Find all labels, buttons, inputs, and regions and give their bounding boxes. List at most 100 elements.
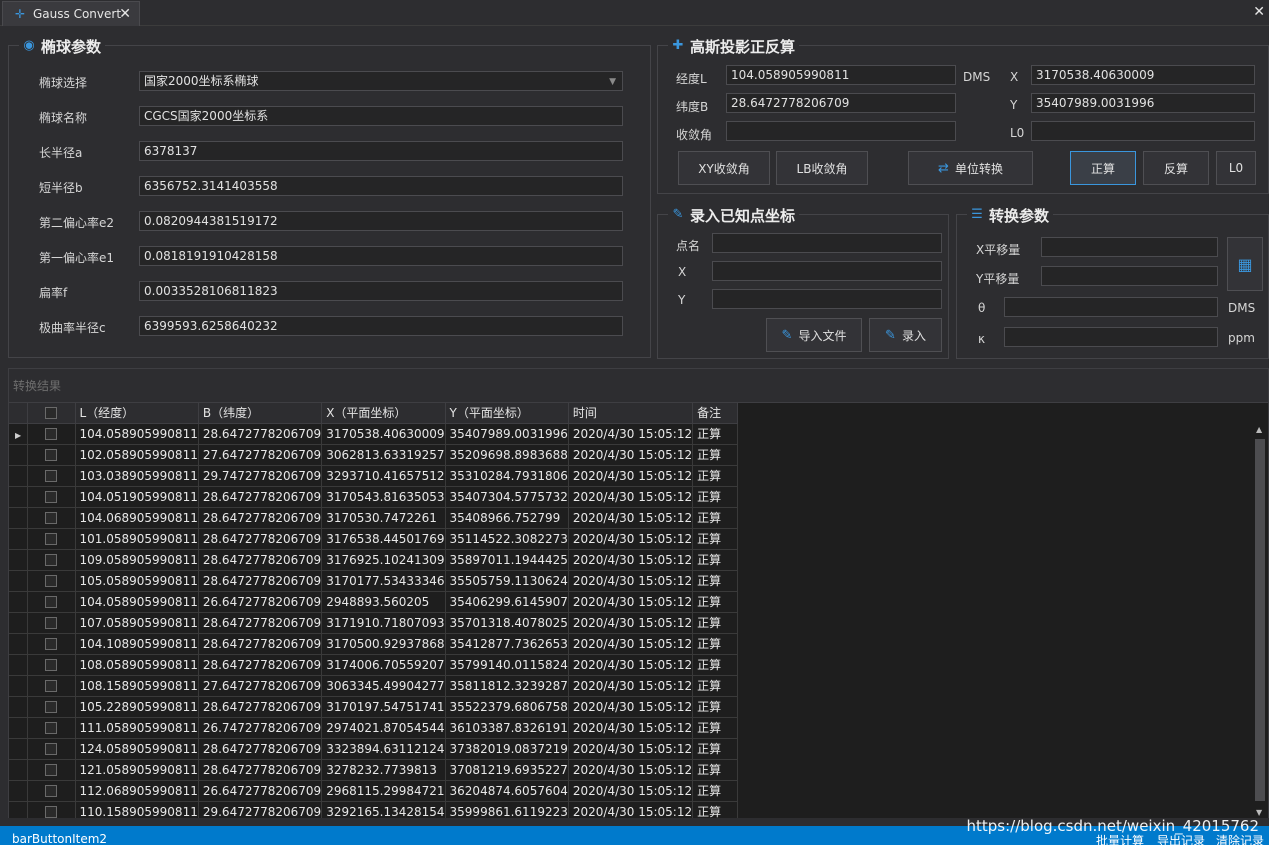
row-checkbox-cell[interactable] — [27, 759, 76, 781]
row-checkbox[interactable] — [45, 449, 57, 461]
row-checkbox-cell[interactable] — [27, 507, 76, 529]
table-row[interactable]: ▶ 104.058905990811 28.6472778206709 3170538… — [9, 423, 739, 445]
known-y-field[interactable] — [712, 289, 942, 309]
cell-y[interactable]: 35522379.6806758 — [445, 696, 569, 718]
cell-x[interactable]: 3170538.40630009 — [321, 423, 446, 445]
chevron-down-icon[interactable]: ▼ — [609, 73, 616, 90]
table-row[interactable]: 104.108905990811 28.6472778206709 3170500.… — [9, 633, 739, 655]
cell-longitude[interactable]: 101.058905990811 — [75, 528, 199, 550]
cell-latitude[interactable]: 28.6472778206709 — [198, 696, 323, 718]
cell-remark[interactable]: 正算 — [692, 801, 739, 818]
cell-latitude[interactable]: 27.6472778206709 — [198, 444, 323, 466]
table-row[interactable]: 111.058905990811 26.7472778206709 2974021.… — [9, 717, 739, 739]
cell-x[interactable]: 3170177.53433346 — [321, 570, 446, 592]
first-eccentricity-field[interactable]: 0.0818191910428158 — [139, 246, 623, 266]
table-row[interactable]: 104.058905990811 26.6472778206709 2948893.… — [9, 591, 739, 613]
xy-convergence-button[interactable]: XY收敛角 — [678, 151, 770, 185]
cell-x[interactable]: 3278232.7739813 — [321, 759, 446, 781]
unit-convert-button[interactable]: ⇄ 单位转换 — [908, 151, 1033, 185]
cell-time[interactable]: 2020/4/30 15:05:12 — [568, 570, 694, 592]
cell-y[interactable]: 35408966.752799 — [445, 507, 569, 529]
flattening-field[interactable]: 0.0033528106811823 — [139, 281, 623, 301]
row-checkbox[interactable] — [45, 491, 57, 503]
cell-time[interactable]: 2020/4/30 15:05:12 — [568, 654, 694, 676]
cell-remark[interactable]: 正算 — [692, 591, 739, 613]
cell-remark[interactable]: 正算 — [692, 465, 739, 487]
cell-x[interactable]: 3170530.7472261 — [321, 507, 446, 529]
semi-major-field[interactable]: 6378137 — [139, 141, 623, 161]
y-offset-field[interactable] — [1041, 266, 1218, 286]
cell-time[interactable]: 2020/4/30 15:05:12 — [568, 759, 694, 781]
tab-close-icon[interactable]: ✕ — [119, 6, 131, 22]
table-row[interactable]: 110.158905990811 29.6472778206709 3292165.… — [9, 801, 739, 818]
cell-remark[interactable]: 正算 — [692, 549, 739, 571]
l0-field[interactable] — [1031, 121, 1255, 141]
cell-x[interactable]: 3171910.71807093 — [321, 612, 446, 634]
cell-remark[interactable]: 正算 — [692, 696, 739, 718]
cell-x[interactable]: 2968115.29984721 — [321, 780, 446, 802]
cell-longitude[interactable]: 110.158905990811 — [75, 801, 199, 818]
row-checkbox[interactable] — [45, 764, 57, 776]
cell-latitude[interactable]: 28.6472778206709 — [198, 528, 323, 550]
cell-remark[interactable]: 正算 — [692, 528, 739, 550]
row-checkbox-cell[interactable] — [27, 465, 76, 487]
cell-longitude[interactable]: 108.058905990811 — [75, 654, 199, 676]
col-header-longitude[interactable]: L（经度） — [75, 403, 199, 424]
cell-time[interactable]: 2020/4/30 15:05:12 — [568, 738, 694, 760]
cell-longitude[interactable]: 111.058905990811 — [75, 717, 199, 739]
polar-radius-field[interactable]: 6399593.6258640232 — [139, 316, 623, 336]
table-row[interactable]: 121.058905990811 28.6472778206709 3278232.… — [9, 759, 739, 781]
cell-latitude[interactable]: 29.6472778206709 — [198, 801, 323, 818]
row-checkbox-cell[interactable] — [27, 486, 76, 508]
latitude-field[interactable]: 28.6472778206709 — [726, 93, 956, 113]
row-checkbox[interactable] — [45, 806, 57, 818]
cell-remark[interactable]: 正算 — [692, 654, 739, 676]
cell-longitude[interactable]: 107.058905990811 — [75, 612, 199, 634]
cell-remark[interactable]: 正算 — [692, 507, 739, 529]
row-checkbox[interactable] — [45, 701, 57, 713]
cell-longitude[interactable]: 103.038905990811 — [75, 465, 199, 487]
cell-longitude[interactable]: 104.068905990811 — [75, 507, 199, 529]
table-row[interactable]: 105.228905990811 28.6472778206709 3170197.… — [9, 696, 739, 718]
cell-time[interactable]: 2020/4/30 15:05:12 — [568, 528, 694, 550]
cell-longitude[interactable]: 124.058905990811 — [75, 738, 199, 760]
row-checkbox[interactable] — [45, 575, 57, 587]
row-checkbox-cell[interactable] — [27, 591, 76, 613]
row-checkbox[interactable] — [45, 533, 57, 545]
cell-remark[interactable]: 正算 — [692, 612, 739, 634]
cell-latitude[interactable]: 29.7472778206709 — [198, 465, 323, 487]
cell-x[interactable]: 2948893.560205 — [321, 591, 446, 613]
table-row[interactable]: 104.051905990811 28.6472778206709 3170543.… — [9, 486, 739, 508]
enter-point-button[interactable]: ✎ 录入 — [869, 318, 942, 352]
row-checkbox-cell[interactable] — [27, 633, 76, 655]
cell-x[interactable]: 3176538.44501769 — [321, 528, 446, 550]
table-row[interactable]: 101.058905990811 28.6472778206709 3176538.… — [9, 528, 739, 550]
cell-x[interactable]: 3292165.13428154 — [321, 801, 446, 818]
cell-latitude[interactable]: 26.6472778206709 — [198, 591, 323, 613]
cell-time[interactable]: 2020/4/30 15:05:12 — [568, 465, 694, 487]
inverse-calc-button[interactable]: 反算 — [1143, 151, 1209, 185]
row-checkbox-cell[interactable] — [27, 570, 76, 592]
scroll-up-icon[interactable]: ▲ — [1256, 425, 1262, 434]
cell-remark[interactable]: 正算 — [692, 717, 739, 739]
cell-y[interactable]: 35701318.4078025 — [445, 612, 569, 634]
row-checkbox[interactable] — [45, 785, 57, 797]
results-grid[interactable]: L（经度） B（纬度） X（平面坐标） Y（平面坐标） 时间 备注 ▶ 104.0… — [9, 402, 1268, 818]
cell-latitude[interactable]: 28.6472778206709 — [198, 759, 323, 781]
ellipsoid-select[interactable]: 国家2000坐标系椭球 ▼ — [139, 71, 623, 91]
longitude-field[interactable]: 104.058905990811 — [726, 65, 956, 85]
cell-y[interactable]: 35505759.1130624 — [445, 570, 569, 592]
cell-remark[interactable]: 正算 — [692, 780, 739, 802]
cell-latitude[interactable]: 26.6472778206709 — [198, 780, 323, 802]
convergence-field[interactable] — [726, 121, 956, 141]
cell-y[interactable]: 36204874.6057604 — [445, 780, 569, 802]
cell-longitude[interactable]: 104.058905990811 — [75, 591, 199, 613]
cell-time[interactable]: 2020/4/30 15:05:12 — [568, 549, 694, 571]
cell-y[interactable]: 35310284.7931806 — [445, 465, 569, 487]
cell-x[interactable]: 3170543.81635053 — [321, 486, 446, 508]
cell-remark[interactable]: 正算 — [692, 423, 739, 445]
cell-x[interactable]: 3323894.63112124 — [321, 738, 446, 760]
cell-y[interactable]: 35999861.6119223 — [445, 801, 569, 818]
cell-time[interactable]: 2020/4/30 15:05:12 — [568, 444, 694, 466]
cell-longitude[interactable]: 104.051905990811 — [75, 486, 199, 508]
